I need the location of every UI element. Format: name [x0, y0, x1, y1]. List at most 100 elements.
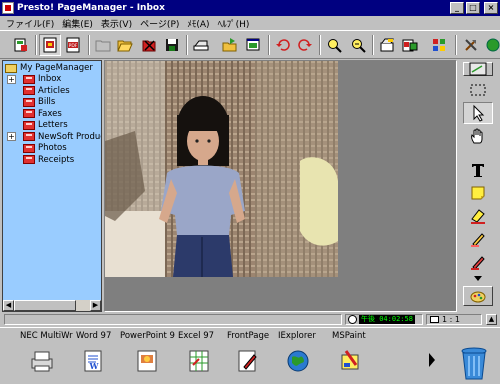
folder-icon	[23, 97, 35, 107]
save-disk-icon	[166, 39, 178, 51]
tree-item-faxes[interactable]: Faxes	[23, 108, 62, 120]
powerpoint-icon	[137, 350, 157, 372]
window-title: Presto! PageManager - Inbox	[17, 3, 165, 13]
folder-tree: My PageManager + Inbox Articles Bills Fa…	[2, 60, 102, 312]
tree-item-label: Bills	[38, 97, 56, 107]
menu-memo[interactable]: ﾒﾓ(A)	[184, 17, 214, 30]
printer-icon	[31, 351, 53, 372]
photo-girl-image	[105, 61, 338, 277]
tree-item-bills[interactable]: Bills	[23, 96, 55, 108]
paint-palette-icon	[470, 291, 486, 303]
open-folder-button[interactable]	[114, 34, 136, 56]
open-folder-icon	[117, 40, 133, 52]
page-photo-image[interactable]	[105, 61, 338, 277]
tree-item-label: Articles	[38, 85, 70, 96]
expand-toggle[interactable]: +	[7, 75, 16, 84]
menu-page[interactable]: ページ(P)	[137, 17, 184, 30]
menu-file[interactable]: ファイル(F)	[3, 17, 59, 30]
scan-button[interactable]	[190, 34, 212, 56]
zoom-in-button[interactable]	[323, 34, 345, 56]
status-scroll-up-icon[interactable]: ▲	[486, 314, 497, 325]
folder-icon	[95, 40, 111, 52]
close-button[interactable]: ×	[484, 2, 498, 14]
page-view-area[interactable]	[104, 60, 457, 312]
status-time: 午後 04:02:58	[359, 315, 415, 324]
text-t-icon	[472, 164, 484, 177]
palette-header-button[interactable]	[463, 62, 493, 76]
stamp-icon	[471, 209, 485, 224]
rotate-left-button[interactable]	[272, 34, 294, 56]
properties-button[interactable]	[242, 34, 264, 56]
app-excel-button[interactable]	[183, 345, 215, 377]
app-word-button[interactable]: W	[78, 345, 110, 377]
app-label-frontpage: FrontPage	[227, 331, 270, 341]
app-frontpage-button[interactable]	[232, 345, 264, 377]
rotate-right-icon	[298, 39, 312, 51]
ocr-button[interactable]: PDF	[62, 34, 84, 56]
scrollbar-thumb[interactable]	[14, 300, 76, 311]
menu-help[interactable]: ﾍﾙﾌﾟ(H)	[215, 17, 255, 30]
menu-edit[interactable]: 編集(E)	[59, 17, 98, 30]
minimize-button[interactable]: _	[450, 2, 464, 14]
folder-icon	[23, 74, 35, 84]
new-folder-button[interactable]	[92, 34, 114, 56]
acquire-button[interactable]	[10, 34, 32, 56]
tools-button[interactable]	[460, 34, 482, 56]
save-button[interactable]	[161, 34, 183, 56]
tree-item-label: Inbox	[38, 74, 62, 84]
cabinet-icon	[5, 63, 17, 73]
frontpage-icon	[238, 350, 257, 372]
menu-view[interactable]: 表示(V)	[98, 17, 137, 30]
tree-item-articles[interactable]: Articles	[23, 85, 70, 97]
palette-scroll-down[interactable]	[463, 274, 493, 284]
delete-button[interactable]	[138, 34, 160, 56]
excel-icon	[189, 350, 209, 372]
hand-tool[interactable]	[463, 125, 493, 147]
stack-button[interactable]	[376, 34, 398, 56]
app-nec-button[interactable]	[26, 345, 58, 377]
tree-item-inbox[interactable]: Inbox	[23, 73, 61, 85]
app-label-powerpoint: PowerPoint 9	[120, 331, 175, 341]
maximize-button[interactable]: □	[466, 2, 480, 14]
delete-icon	[142, 40, 156, 52]
scroll-right-icon[interactable]: ▶	[90, 300, 101, 311]
thumbnails-icon	[433, 39, 445, 51]
text-tool[interactable]	[463, 159, 493, 181]
pointer-tool[interactable]	[463, 102, 493, 124]
unstack-button[interactable]	[399, 34, 421, 56]
export-button[interactable]	[219, 34, 241, 56]
app-scroll-right-icon[interactable]	[428, 352, 436, 368]
application-bar: NEC MultiWr Word 97 PowerPoint 9 Excel 9…	[0, 327, 500, 384]
arrow-pointer-icon	[473, 104, 485, 122]
status-message-panel	[4, 314, 342, 325]
palette-options-button[interactable]	[463, 286, 493, 306]
tree-item-letters[interactable]: Letters	[23, 119, 68, 131]
trash-can-icon[interactable]	[457, 344, 491, 382]
page-view-button[interactable]	[39, 34, 61, 56]
page-icon	[430, 316, 439, 323]
launch-button[interactable]	[482, 34, 500, 56]
menu-bar: ファイル(F) 編集(E) 表示(V) ページ(P) ﾒﾓ(A) ﾍﾙﾌﾟ(H)	[0, 16, 500, 30]
tree-horizontal-scrollbar[interactable]: ◀ ▶	[3, 300, 101, 311]
highlighter-tool[interactable]	[463, 228, 493, 250]
thumbnail-button[interactable]	[428, 34, 450, 56]
expand-toggle[interactable]: +	[7, 132, 16, 141]
tree-item-receipts[interactable]: Receipts	[23, 154, 74, 166]
tree-item-newsoft-products[interactable]: NewSoft Products	[23, 131, 101, 143]
tree-item-photos[interactable]: Photos	[23, 142, 67, 154]
tree-item-label: Receipts	[38, 154, 75, 165]
rotate-right-button[interactable]	[294, 34, 316, 56]
app-iexplorer-button[interactable]	[282, 345, 314, 377]
app-mspaint-button[interactable]	[334, 345, 366, 377]
zoom-out-button[interactable]	[347, 34, 369, 56]
stamp-tool[interactable]	[463, 205, 493, 227]
toolbar: PDF	[0, 30, 500, 59]
window-image-icon	[246, 38, 260, 51]
note-tool[interactable]	[463, 182, 493, 204]
app-powerpoint-button[interactable]	[131, 345, 163, 377]
pen-line-icon	[469, 62, 487, 76]
scroll-left-icon[interactable]: ◀	[3, 300, 14, 311]
app-label-word: Word 97	[76, 331, 112, 341]
tree-item-label: Photos	[38, 143, 67, 153]
select-area-tool[interactable]	[463, 79, 493, 101]
